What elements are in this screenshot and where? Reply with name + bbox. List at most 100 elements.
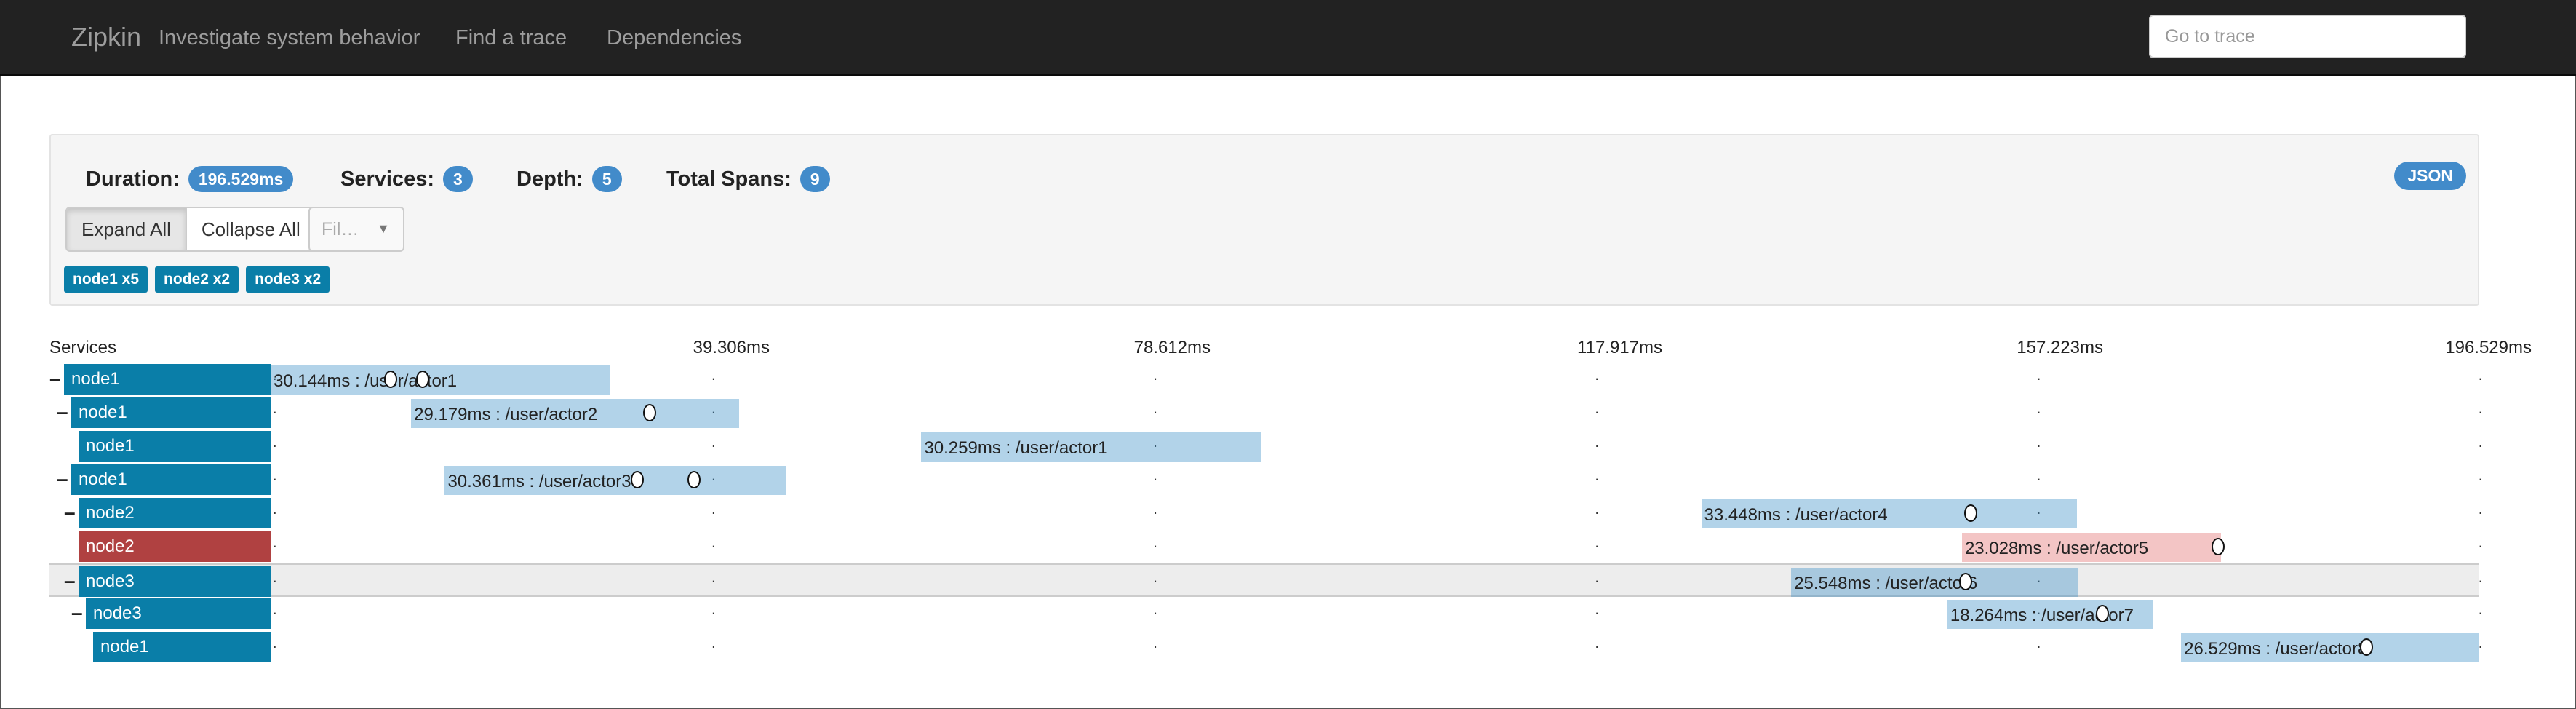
span-service-name[interactable]: node1: [93, 632, 271, 662]
grid-tick-mark: ·: [1152, 637, 1158, 655]
grid-tick-mark: ·: [2478, 603, 2484, 622]
span-label: 25.548ms : /user/actor6: [1794, 574, 1978, 593]
expand-all-button[interactable]: Expand All: [65, 207, 187, 252]
grid-tick-mark: ·: [1594, 436, 1600, 454]
services-header: Services: [49, 338, 117, 357]
collapse-toggle-icon[interactable]: –: [64, 501, 76, 524]
grid-tick-mark: ·: [1594, 470, 1600, 488]
timeline-tick-label: 157.223ms: [2017, 338, 2103, 357]
grid-tick-mark: ·: [1152, 470, 1158, 488]
span-label: 30.144ms : /user/actor1: [274, 371, 458, 391]
annotation-marker-icon[interactable]: [2212, 538, 2225, 555]
annotation-marker-icon[interactable]: [2096, 605, 2110, 622]
grid-tick-mark: ·: [711, 571, 717, 590]
grid-tick-mark: ·: [1594, 536, 1600, 555]
span-label: 30.259ms : /user/actor1: [924, 438, 1108, 458]
caret-down-icon: ▼: [377, 221, 390, 236]
grid-tick-mark: ·: [1594, 369, 1600, 387]
grid-tick-mark: ·: [711, 603, 717, 622]
grid-tick-mark: ·: [2478, 436, 2484, 454]
grid-tick-mark: ·: [2478, 403, 2484, 421]
annotation-marker-icon[interactable]: [415, 371, 429, 388]
services-badge: 3: [443, 166, 473, 192]
span-service-name[interactable]: node2: [79, 531, 271, 562]
span-row[interactable]: node1 · · · · · · 26.529ms : /user/actor8: [49, 630, 2483, 664]
span-row[interactable]: – node1 · · · · · · 30.144ms : /user/actor1: [49, 363, 2483, 396]
collapse-toggle-icon[interactable]: –: [49, 367, 61, 390]
span-label: 29.179ms : /user/actor2: [414, 405, 598, 424]
grid-tick-mark: ·: [1594, 637, 1600, 655]
span-row[interactable]: – node1 · · · · · · 30.361ms : /user/actor3: [49, 463, 2483, 496]
span-service-name[interactable]: node1: [71, 397, 271, 428]
service-badge-list: node1 x5 node2 x2 node3 x2: [64, 266, 330, 293]
total-spans-label: Total Spans:: [666, 167, 791, 191]
total-spans-badge: 9: [799, 166, 830, 192]
grid-tick-mark: ·: [2478, 571, 2484, 590]
span-row[interactable]: – node1 · · · · · · 29.179ms : /user/actor2: [49, 396, 2483, 429]
grid-tick-mark: ·: [1152, 603, 1158, 622]
span-row[interactable]: – node3 · · · · · · 18.264ms : /user/actor7: [49, 597, 2483, 630]
json-button[interactable]: JSON: [2394, 162, 2466, 190]
collapse-toggle-icon[interactable]: –: [71, 601, 83, 625]
go-to-trace-input[interactable]: [2149, 15, 2466, 58]
grid-tick-mark: ·: [2035, 403, 2042, 421]
grid-tick-mark: ·: [2478, 536, 2484, 555]
collapse-all-button[interactable]: Collapse All: [186, 207, 316, 252]
grid-tick-mark: ·: [1152, 536, 1158, 555]
depth-stat: Depth: 5: [517, 166, 622, 192]
annotation-marker-icon[interactable]: [2360, 638, 2374, 656]
expand-collapse-group: Expand All Collapse All: [65, 207, 316, 252]
span-row[interactable]: node2 · · · · · · 23.028ms : /user/actor5: [49, 530, 2483, 563]
grid-tick-mark: ·: [2478, 369, 2484, 387]
span-label: 30.361ms : /user/actor3: [447, 472, 631, 491]
grid-tick-mark: ·: [1152, 571, 1158, 590]
span-service-name[interactable]: node1: [71, 464, 271, 495]
annotation-marker-icon[interactable]: [630, 471, 644, 488]
services-stat: Services: 3: [340, 166, 473, 192]
span-row[interactable]: – node2 · · · · · · 33.448ms : /user/actor4: [49, 496, 2483, 530]
annotation-marker-icon[interactable]: [1958, 573, 1972, 590]
timeline-tick-label: 117.917ms: [1577, 338, 1662, 357]
grid-tick-mark: ·: [1594, 571, 1600, 590]
span-row[interactable]: node1 · · · · · · 30.259ms : /user/actor1: [49, 429, 2483, 463]
nav-tagline[interactable]: Investigate system behavior: [159, 26, 420, 50]
collapse-toggle-icon[interactable]: –: [64, 569, 76, 593]
grid-tick-mark: ·: [711, 369, 717, 387]
collapse-toggle-icon[interactable]: –: [57, 400, 68, 424]
service-badge-node3[interactable]: node3 x2: [246, 266, 330, 293]
grid-tick-mark: ·: [711, 436, 717, 454]
grid-tick-mark: ·: [711, 637, 717, 655]
span-service-name[interactable]: node1: [64, 364, 271, 395]
service-filter-select[interactable]: Fil… ▼: [308, 207, 404, 252]
span-service-name[interactable]: node3: [79, 566, 271, 597]
duration-badge: 196.529ms: [188, 166, 294, 192]
navbar: Zipkin Investigate system behavior Find …: [0, 0, 2576, 76]
grid-tick-mark: ·: [272, 571, 278, 590]
grid-tick-mark: ·: [1152, 369, 1158, 387]
grid-tick-mark: ·: [711, 536, 717, 555]
grid-tick-mark: ·: [2035, 436, 2042, 454]
span-label: 26.529ms : /user/actor8: [2184, 639, 2368, 659]
span-service-name[interactable]: node1: [79, 431, 271, 462]
duration-stat: Duration: 196.529ms: [86, 166, 294, 192]
service-badge-node2[interactable]: node2 x2: [155, 266, 239, 293]
nav-dependencies[interactable]: Dependencies: [607, 26, 741, 50]
span-service-name[interactable]: node3: [86, 598, 271, 629]
grid-tick-mark: ·: [1594, 403, 1600, 421]
span-service-name[interactable]: node2: [79, 498, 271, 528]
span-label: 23.028ms : /user/actor5: [1964, 539, 2149, 558]
nav-find-trace[interactable]: Find a trace: [455, 26, 567, 50]
brand-logo[interactable]: Zipkin: [71, 22, 141, 52]
grid-tick-mark: ·: [2035, 369, 2042, 387]
timeline-tick-label: 39.306ms: [693, 338, 770, 357]
grid-tick-mark: ·: [2035, 470, 2042, 488]
span-row[interactable]: – node3 · · · · · · 25.548ms : /user/actor6: [49, 563, 2483, 597]
span-label: 33.448ms : /user/actor4: [1704, 505, 1888, 525]
annotation-marker-icon[interactable]: [642, 404, 656, 421]
service-badge-node1[interactable]: node1 x5: [64, 266, 148, 293]
collapse-toggle-icon[interactable]: –: [57, 467, 68, 491]
grid-tick-mark: ·: [272, 637, 278, 655]
grid-tick-mark: ·: [272, 503, 278, 521]
timeline-tick-label: 196.529ms: [2445, 338, 2532, 357]
duration-label: Duration:: [86, 167, 180, 191]
